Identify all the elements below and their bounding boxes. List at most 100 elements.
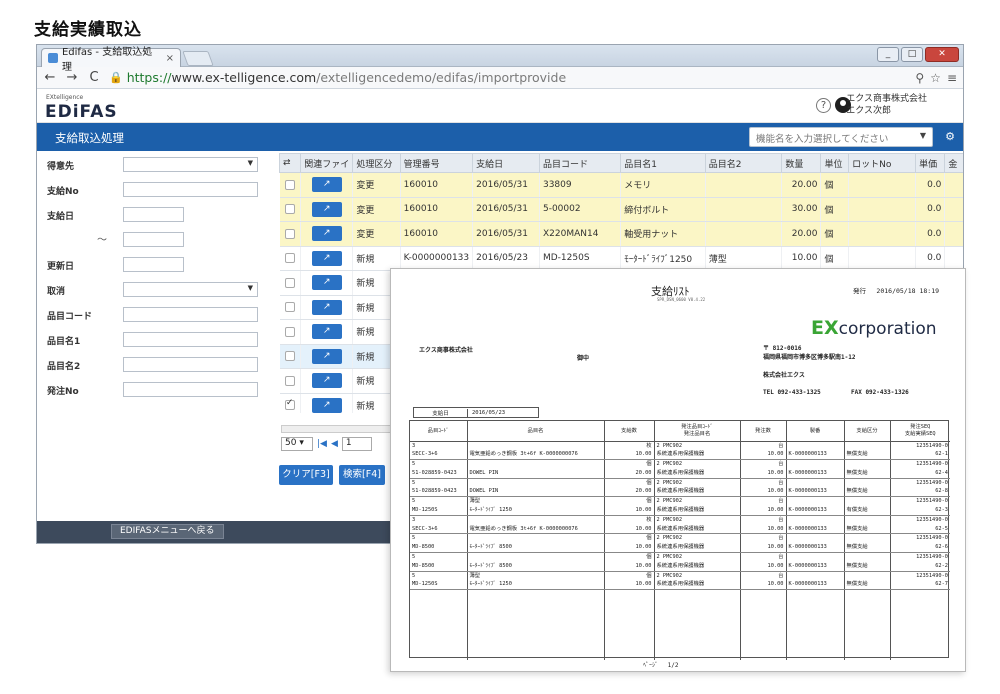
- browser-tab[interactable]: Edifas - 支給取込処理 ×: [41, 47, 181, 73]
- report-filler-row: [410, 589, 950, 660]
- report-cell-c7: [844, 552, 891, 562]
- col-price[interactable]: 単価: [915, 153, 946, 173]
- row-checkbox[interactable]: [284, 204, 295, 214]
- row-checkbox[interactable]: [284, 253, 295, 263]
- row-checkbox[interactable]: [284, 351, 295, 361]
- report-cell-d2: 電気亜鉛めっき鋼板 3t+6f K-0000000076: [467, 524, 605, 535]
- user-name: エクス次郎: [846, 106, 891, 116]
- table-row[interactable]: ↗ 変更 160010 2016/05/31 33809 メモリ 20.00 個 0.0: [279, 172, 963, 198]
- maximize-icon[interactable]: □: [901, 47, 923, 62]
- col-amount[interactable]: 金: [944, 153, 963, 173]
- horizontal-scrollbar[interactable]: [281, 425, 391, 433]
- row-checkbox[interactable]: [284, 375, 295, 386]
- col-qty[interactable]: 数量: [781, 153, 822, 173]
- edit-icon[interactable]: ↗: [311, 201, 342, 217]
- report-cell-d4: 系統連系用保護機器: [654, 561, 741, 572]
- help-icon[interactable]: ?: [816, 98, 831, 113]
- bookmark-star-icon[interactable]: ☆: [930, 71, 941, 85]
- report-date-label: 支給日: [414, 408, 468, 417]
- page-caption: 支給実績取込: [34, 20, 142, 40]
- page-size-select[interactable]: 50 ▾: [281, 437, 313, 451]
- report-cell-d3: 20.00: [604, 468, 655, 479]
- close-window-icon[interactable]: ✕: [925, 47, 959, 62]
- col-lot[interactable]: ロットNo: [848, 153, 917, 173]
- order-no-input[interactable]: [123, 382, 258, 397]
- page-number-input[interactable]: 1: [341, 437, 372, 451]
- report-cell-d8: 62-8: [890, 487, 950, 498]
- row-checkbox[interactable]: [284, 277, 295, 288]
- col-date[interactable]: 支給日: [472, 153, 540, 173]
- customer-select[interactable]: ▼: [123, 157, 258, 172]
- col-name2[interactable]: 品目名2: [704, 153, 783, 173]
- label-supply-date: 支給日: [47, 212, 75, 222]
- col-kanri[interactable]: 管理番号: [399, 153, 474, 173]
- first-page-icon[interactable]: |◀: [317, 439, 327, 449]
- edit-icon[interactable]: ↗: [311, 226, 342, 242]
- cell-code: 5-00002: [539, 197, 622, 222]
- report-cell-d5: 10.00: [740, 561, 787, 572]
- row-checkbox[interactable]: [284, 326, 295, 337]
- menu-back-button[interactable]: EDIFASメニューへ戻る: [111, 524, 224, 539]
- edit-icon[interactable]: ↗: [311, 373, 342, 389]
- clear-button[interactable]: クリア[F3]: [279, 465, 333, 485]
- row-checkbox[interactable]: [284, 302, 295, 312]
- edit-icon[interactable]: ↗: [311, 250, 342, 266]
- report-cell-d1: SECC-3+6: [410, 524, 468, 535]
- cell-date: 2016/05/31: [472, 197, 540, 222]
- edit-icon[interactable]: ↗: [311, 299, 342, 315]
- item-name2-input[interactable]: [123, 357, 258, 372]
- gear-icon[interactable]: ⚙: [945, 130, 955, 143]
- column-settings-icon[interactable]: ⇄: [279, 153, 302, 173]
- chevron-down-icon: ▼: [919, 131, 926, 140]
- prev-page-icon[interactable]: ◀: [331, 439, 338, 449]
- supply-date-to[interactable]: [123, 232, 184, 247]
- report-row: 3 枚2 PMC902 台 12351490-0: [410, 515, 950, 525]
- item-code-input[interactable]: [123, 307, 258, 322]
- row-checkbox[interactable]: [284, 398, 295, 410]
- table-row[interactable]: ↗ 新規 K-0000000133 2016/05/23 MD-1250S ﾓｰﾀｰﾄﾞﾗ…: [279, 246, 963, 271]
- supply-date-from[interactable]: [123, 207, 184, 222]
- report-empty-cell: [786, 589, 845, 660]
- new-tab-button[interactable]: [182, 51, 214, 66]
- edit-icon[interactable]: ↗: [311, 324, 342, 340]
- back-icon[interactable]: ←: [43, 70, 57, 85]
- cell-kanri: 160010: [400, 221, 474, 247]
- edit-icon[interactable]: ↗: [311, 177, 342, 193]
- col-code[interactable]: 品目コード: [538, 153, 622, 173]
- user-info: エクス商事株式会社 エクス次郎: [846, 93, 927, 117]
- col-unit[interactable]: 単位: [820, 153, 850, 173]
- report-cell-d5: 10.00: [740, 524, 787, 535]
- item-name1-input[interactable]: [123, 332, 258, 347]
- menu-icon[interactable]: ≡: [947, 71, 957, 85]
- edit-icon[interactable]: ↗: [311, 275, 342, 291]
- zoom-icon[interactable]: ⚲: [915, 71, 924, 85]
- range-tilde: ～: [97, 235, 107, 246]
- function-select[interactable]: 機能名を入力選択してください ▼: [749, 127, 933, 147]
- supply-no-input[interactable]: [123, 182, 258, 197]
- report-cell-c5: 台: [740, 552, 787, 562]
- report-cell-c2: [467, 459, 605, 469]
- col-related-file[interactable]: 関連ファイ: [300, 153, 354, 173]
- url-path: /extelligencedemo/edifas/importprovide: [316, 70, 567, 85]
- brand-ex: EX: [811, 317, 839, 339]
- search-form: 得意先 ▼ 支給No 支給日 ～ 更新日 取消 ▼ 品目コード 品目名1 品目名2 …: [37, 153, 272, 403]
- report-cell-c5: 台: [740, 496, 787, 507]
- edit-icon[interactable]: ↗: [311, 397, 342, 413]
- col-kubun[interactable]: 処理区分: [352, 153, 401, 173]
- search-button[interactable]: 検索[F4]: [339, 465, 385, 485]
- edit-icon[interactable]: ↗: [311, 348, 342, 364]
- report-cell-d8: 62-1: [890, 450, 950, 461]
- tab-close-icon[interactable]: ×: [166, 53, 174, 64]
- report-cell-d3: 20.00: [604, 487, 655, 498]
- report-cell-c8: 12351490-0: [916, 554, 948, 561]
- url-field[interactable]: 🔒 https://www.ex-telligence.com/extellig…: [109, 70, 907, 85]
- row-checkbox[interactable]: [284, 228, 295, 239]
- update-date-input[interactable]: [123, 257, 184, 272]
- table-row[interactable]: ↗ 変更 160010 2016/05/31 X220MAN14 軸受用ナット 20.00 個…: [279, 221, 963, 247]
- row-checkbox[interactable]: [284, 179, 295, 190]
- cancel-select[interactable]: ▼: [123, 282, 258, 297]
- col-name1[interactable]: 品目名1: [620, 153, 706, 173]
- minimize-icon[interactable]: _: [877, 47, 899, 62]
- checkbox-cell: [279, 344, 302, 369]
- table-row[interactable]: ↗ 変更 160010 2016/05/31 5-00002 締付ボルト 30.00 個 0.0: [279, 197, 963, 222]
